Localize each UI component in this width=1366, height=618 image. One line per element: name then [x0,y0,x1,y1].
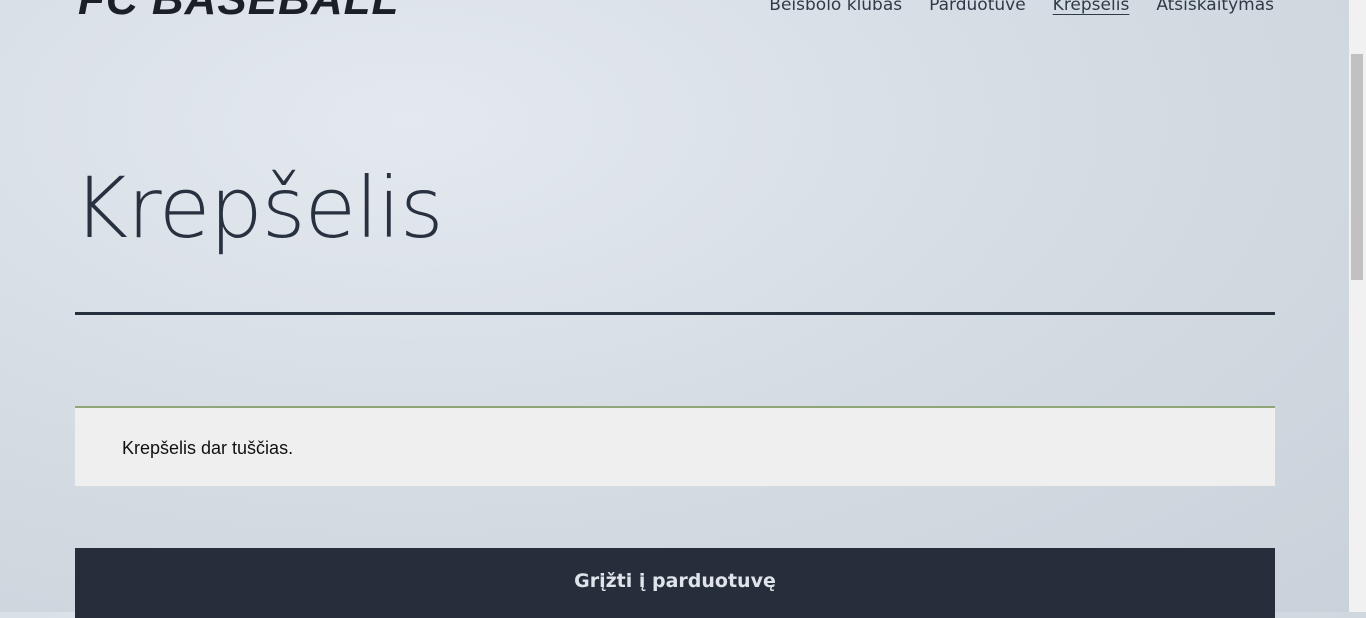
empty-cart-message: Krepšelis dar tuščias. [122,438,294,458]
return-to-shop-button[interactable]: Grįžti į parduotuvę [75,548,1275,618]
page-scrollbar[interactable] [1349,0,1366,612]
empty-cart-notice: Krepšelis dar tuščias. [75,406,1275,486]
scrollbar-thumb[interactable] [1351,54,1363,280]
nav-item-cart[interactable]: Krepšelis [1053,0,1130,15]
nav-item-shop[interactable]: Parduotuvė [929,0,1026,15]
nav-item-baseball-club[interactable]: Beisbolo klubas [769,0,902,15]
page-title: Krepšelis [73,159,444,257]
site-logo[interactable]: FC BASEBALL [78,0,399,22]
title-divider [75,312,1275,315]
nav-item-checkout[interactable]: Atsiskaitymas [1156,0,1274,15]
main-nav: Beisbolo klubas Parduotuvė Krepšelis Ats… [769,0,1274,15]
